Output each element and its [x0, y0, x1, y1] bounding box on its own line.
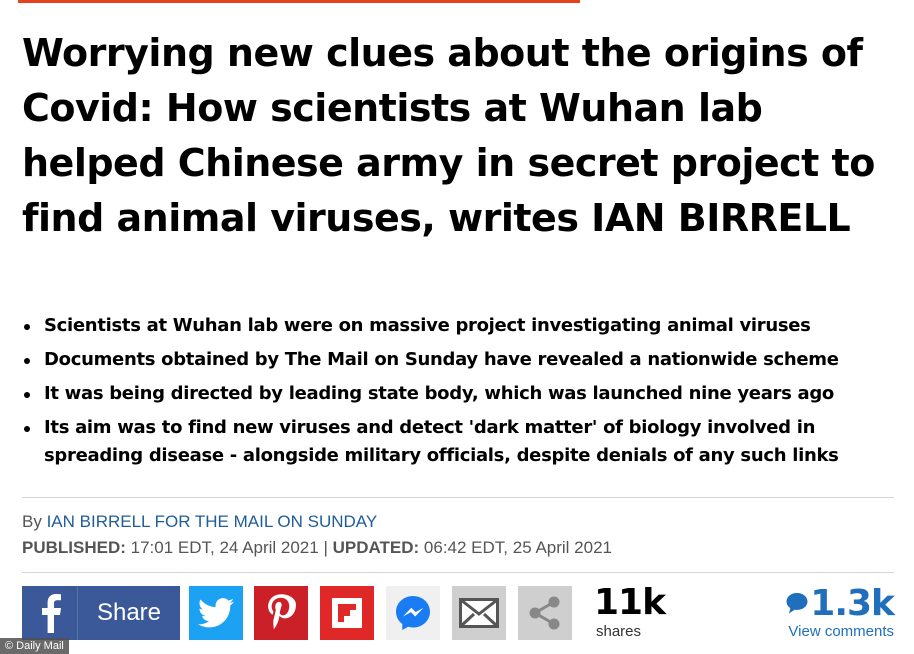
messenger-icon — [396, 596, 430, 630]
published-label: PUBLISHED: — [22, 538, 126, 557]
twitter-share-button[interactable] — [189, 586, 243, 640]
email-icon — [459, 598, 499, 628]
article-summary-list: Scientists at Wuhan lab were on massive … — [22, 312, 902, 476]
share-bar: Share 11k shares 1.3k View comments — [22, 582, 895, 640]
comments-link[interactable]: 1.3k View comments — [754, 582, 895, 640]
facebook-share-label: Share — [96, 599, 162, 626]
flipboard-share-button[interactable] — [320, 586, 374, 640]
byline: By IAN BIRRELL FOR THE MAIL ON SUNDAY — [22, 512, 377, 532]
summary-bullet: Its aim was to find new viruses and dete… — [22, 414, 902, 470]
watermark: © Daily Mail — [0, 638, 69, 654]
comment-count-value: 1.3k — [810, 582, 895, 624]
summary-bullet: It was being directed by leading state b… — [22, 380, 902, 408]
updated-label: UPDATED: — [332, 538, 420, 557]
updated-date: 06:42 EDT, 25 April 2021 — [423, 538, 612, 557]
summary-bullet-text: It was being directed by leading state b… — [44, 383, 835, 404]
comment-bubble-icon — [786, 593, 808, 614]
messenger-share-button[interactable] — [386, 586, 440, 640]
facebook-share-icon-button[interactable] — [22, 586, 78, 640]
article-dates: PUBLISHED: 17:01 EDT, 24 April 2021 | UP… — [22, 538, 612, 558]
bullet-dot — [24, 426, 30, 432]
article-page: Worrying new clues about the origins of … — [0, 0, 914, 654]
flipboard-icon — [332, 598, 362, 628]
author-link[interactable]: IAN BIRRELL FOR THE MAIL ON SUNDAY — [47, 512, 378, 531]
date-separator: | — [323, 538, 328, 557]
share-top-divider — [22, 572, 894, 573]
email-share-button[interactable] — [452, 586, 506, 640]
facebook-share-button[interactable]: Share — [78, 586, 180, 640]
byline-prefix: By — [22, 512, 42, 531]
share-count-label: shares — [596, 623, 642, 640]
top-accent-rule — [18, 0, 580, 3]
facebook-icon — [41, 594, 61, 633]
byline-top-divider — [22, 497, 894, 498]
summary-bullet-text: Its aim was to find new viruses and dete… — [44, 417, 839, 466]
comment-count-row: 1.3k — [754, 582, 895, 624]
summary-bullet: Documents obtained by The Mail on Sunday… — [22, 346, 902, 374]
article-headline: Worrying new clues about the origins of … — [22, 31, 875, 240]
published-date: 17:01 EDT, 24 April 2021 — [130, 538, 319, 557]
share-count: 11k shares — [594, 582, 666, 640]
bullet-dot — [24, 392, 30, 398]
bullet-dot — [24, 324, 30, 330]
summary-bullet: Scientists at Wuhan lab were on massive … — [22, 312, 902, 340]
pinterest-icon — [268, 594, 296, 629]
twitter-icon — [198, 598, 234, 628]
share-count-value: 11k — [594, 582, 666, 623]
bullet-dot — [24, 358, 30, 364]
pinterest-share-button[interactable] — [254, 586, 308, 640]
more-share-button[interactable] — [518, 586, 572, 640]
summary-bullet-text: Documents obtained by The Mail on Sunday… — [44, 349, 839, 370]
more-share-icon — [529, 596, 560, 630]
summary-bullet-text: Scientists at Wuhan lab were on massive … — [44, 315, 811, 336]
view-comments-link[interactable]: View comments — [754, 624, 894, 640]
